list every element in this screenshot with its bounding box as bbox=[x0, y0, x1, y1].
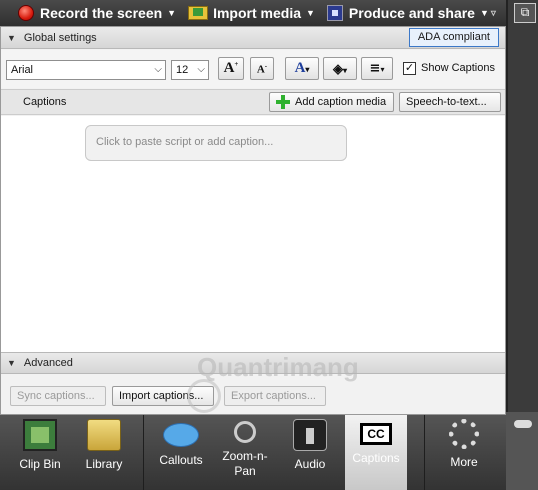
captions-title: Captions bbox=[23, 96, 67, 108]
tab-more[interactable]: More bbox=[428, 415, 500, 490]
captions-panel: ▼ Global settings ADA compliant Arial ⌵ … bbox=[0, 26, 506, 415]
record-screen-button[interactable]: Record the screen ▼ bbox=[18, 5, 176, 21]
zoom-slider-handle[interactable] bbox=[514, 420, 532, 428]
ada-compliant-button[interactable]: ADA compliant bbox=[408, 28, 499, 47]
tab-label: Callouts bbox=[159, 453, 203, 467]
tab-divider bbox=[143, 415, 144, 490]
cc-icon: CC bbox=[360, 423, 392, 445]
top-toolbar: Record the screen ▼ Import media ▼ Produ… bbox=[0, 0, 506, 26]
watermark-text: Quantrimang bbox=[197, 352, 359, 382]
speaker-icon bbox=[293, 419, 327, 451]
font-size-select[interactable]: 12 ⌵ bbox=[171, 60, 209, 80]
tab-captions[interactable]: CC Captions bbox=[345, 415, 407, 490]
decrease-font-icon: A- bbox=[256, 61, 268, 76]
fill-color-button[interactable]: ◈▾ bbox=[323, 57, 357, 80]
speech-to-text-label: Speech-to-text... bbox=[406, 96, 487, 108]
record-label: Record the screen bbox=[40, 5, 163, 21]
bottom-tab-bar: Clip Bin Library Callouts Zoom-n- Pan Au… bbox=[0, 415, 506, 490]
increase-font-size-button[interactable]: A+ bbox=[218, 57, 244, 80]
font-color-button[interactable]: A▾ bbox=[285, 57, 319, 80]
chevron-down-icon: ⌵ bbox=[197, 64, 205, 75]
export-captions-button[interactable]: Export captions... bbox=[224, 386, 326, 406]
tab-label: Library bbox=[85, 457, 123, 471]
font-family-select[interactable]: Arial ⌵ bbox=[6, 60, 166, 80]
export-captions-label: Export captions... bbox=[231, 390, 316, 402]
clip-bin-icon bbox=[23, 419, 57, 451]
collapse-triangle-icon[interactable]: ▼ bbox=[7, 358, 16, 368]
import-folder-icon bbox=[188, 6, 209, 20]
font-size-value: 12 bbox=[176, 64, 189, 76]
chevron-down-icon: ▼ bbox=[167, 8, 177, 18]
caption-script-input[interactable]: Click to paste script or add caption... bbox=[85, 125, 347, 161]
import-media-button[interactable]: Import media ▼ bbox=[188, 5, 315, 21]
watermark-logo bbox=[187, 379, 221, 413]
global-settings-header[interactable]: ▼ Global settings ADA compliant bbox=[1, 27, 505, 49]
font-settings-row: Arial ⌵ 12 ⌵ A+ A- A▾ ◈▾ ≡▾ ✓ Show Capti… bbox=[1, 50, 505, 88]
global-settings-title: Global settings bbox=[23, 31, 97, 44]
tab-label: Zoom-n- Pan bbox=[222, 449, 268, 478]
tab-label: Clip Bin bbox=[19, 457, 61, 471]
sync-captions-button[interactable]: Sync captions... bbox=[10, 386, 106, 406]
callout-bubble-icon bbox=[163, 423, 199, 447]
chevron-down-icon: ▼ bbox=[306, 8, 315, 18]
show-captions-checkbox[interactable]: ✓ bbox=[403, 62, 416, 75]
add-caption-media-button[interactable]: Add caption media bbox=[269, 92, 394, 112]
decrease-font-size-button[interactable]: A- bbox=[250, 57, 274, 80]
library-icon bbox=[87, 419, 121, 451]
caption-edit-area[interactable]: Click to paste script or add caption... bbox=[1, 116, 505, 352]
produce-film-icon bbox=[326, 5, 343, 21]
sync-captions-label: Sync captions... bbox=[17, 390, 95, 402]
advanced-title: Advanced bbox=[23, 357, 73, 369]
more-dots-icon bbox=[449, 419, 479, 449]
show-captions-label: Show Captions bbox=[421, 62, 495, 74]
tab-zoom-n-pan[interactable]: Zoom-n- Pan bbox=[212, 415, 278, 490]
magnifier-icon bbox=[234, 421, 256, 443]
tab-callouts[interactable]: Callouts bbox=[146, 415, 216, 490]
text-align-button[interactable]: ≡▾ bbox=[361, 57, 393, 80]
paint-bucket-icon: ◈▾ bbox=[332, 60, 347, 76]
increase-font-icon: A+ bbox=[223, 60, 239, 76]
align-icon: ≡▾ bbox=[369, 61, 385, 76]
tab-divider bbox=[424, 415, 425, 490]
font-color-icon: A▾ bbox=[294, 60, 310, 76]
collapse-triangle-icon[interactable]: ▼ bbox=[7, 33, 16, 43]
captions-toolbar: Captions Add caption media Speech-to-tex… bbox=[1, 89, 505, 115]
produce-share-button[interactable]: Produce and share ▼ ▿ bbox=[326, 5, 496, 21]
produce-label: Produce and share bbox=[348, 5, 475, 21]
import-label: Import media bbox=[213, 5, 301, 21]
record-icon bbox=[18, 5, 34, 21]
tab-library[interactable]: Library bbox=[66, 415, 142, 490]
tab-label: Captions bbox=[352, 451, 400, 465]
tab-label: More bbox=[450, 455, 478, 469]
font-family-value: Arial bbox=[11, 64, 34, 76]
speech-to-text-button[interactable]: Speech-to-text... bbox=[399, 92, 501, 112]
expand-view-icon[interactable]: ⧉ bbox=[514, 3, 536, 23]
plus-icon bbox=[276, 95, 290, 109]
add-caption-media-label: Add caption media bbox=[295, 96, 387, 108]
chevron-down-icon: ▼ bbox=[479, 8, 489, 18]
tab-label: Audio bbox=[294, 457, 326, 471]
chevron-down-icon: ⌵ bbox=[154, 64, 162, 75]
tab-audio[interactable]: Audio bbox=[282, 415, 338, 490]
overflow-icon[interactable]: ▿ bbox=[491, 8, 496, 19]
